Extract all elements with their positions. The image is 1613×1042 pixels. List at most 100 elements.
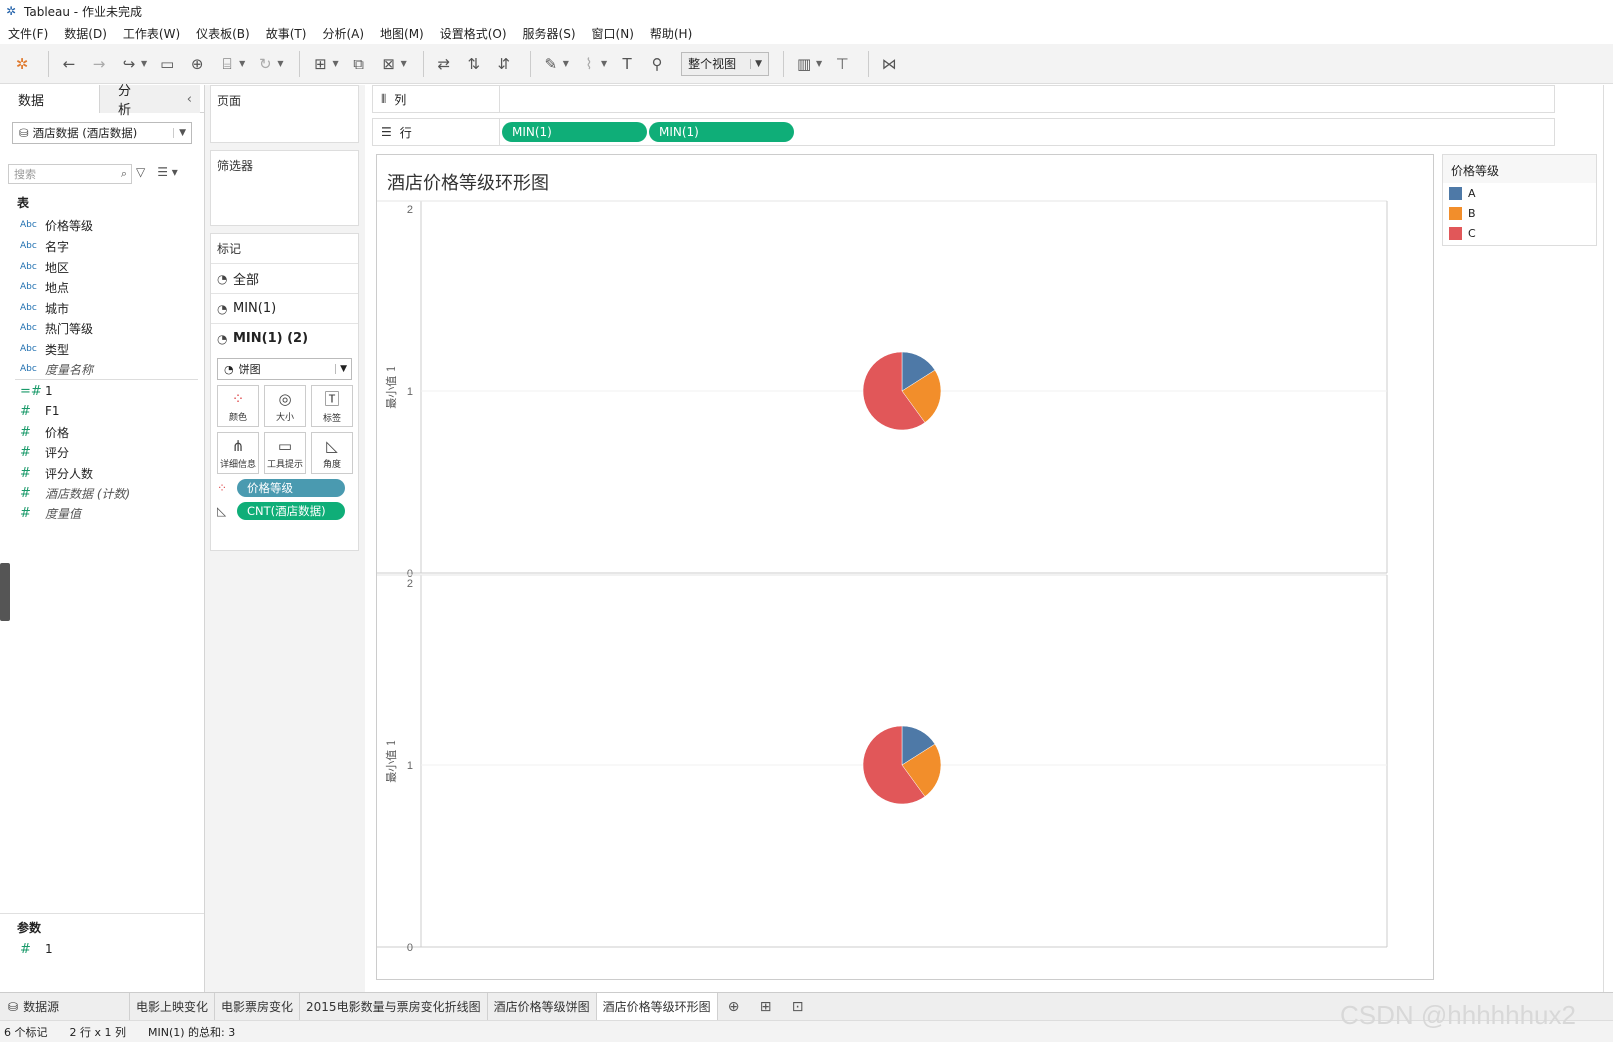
menu-worksheet[interactable]: 工作表(W) <box>123 25 180 42</box>
field-item[interactable]: Abc 价格等级 <box>20 215 93 235</box>
group-members-icon[interactable]: ⌇ <box>577 52 601 76</box>
sort-ascending-icon[interactable]: ⇅ <box>462 52 486 76</box>
new-worksheet-icon[interactable]: ⊞ <box>308 52 332 76</box>
string-type-icon: Abc <box>20 241 37 251</box>
redo-icon[interactable]: → <box>87 52 111 76</box>
new-worksheet-tab-icon[interactable]: ⊕ <box>718 993 750 1021</box>
show-mark-labels-icon[interactable]: T <box>615 52 639 76</box>
field-item[interactable]: Abc 类型 <box>20 339 69 359</box>
field-item[interactable]: # 评分 <box>20 442 69 462</box>
legend-item[interactable]: A <box>1443 183 1596 203</box>
color-field-pill[interactable]: 价格等级 <box>237 479 345 497</box>
size-button[interactable]: ◎ 大小 <box>264 385 306 427</box>
legend-item[interactable]: B <box>1443 203 1596 223</box>
label-button[interactable]: 🅃 标签 <box>311 385 353 427</box>
pages-shelf[interactable]: 页面 <box>210 85 359 143</box>
filters-shelf[interactable]: 筛选器 <box>210 150 359 226</box>
field-item[interactable]: Abc 度量名称 <box>20 359 93 379</box>
new-story-tab-icon[interactable]: ⊡ <box>782 993 814 1021</box>
field-item[interactable]: # 度量值 <box>20 503 81 523</box>
field-item[interactable]: Abc 地点 <box>20 277 69 297</box>
sort-descending-icon[interactable]: ⇵ <box>492 52 516 76</box>
sheet-tab[interactable]: 酒店价格等级饼图 <box>488 992 597 1021</box>
replay-icon[interactable]: ↪ <box>117 52 141 76</box>
menu-format[interactable]: 设置格式(O) <box>440 25 507 42</box>
search-input[interactable]: 搜索 ⌕ <box>8 164 132 184</box>
sheet-tab[interactable]: 电影票房变化 <box>215 992 301 1021</box>
angle-button[interactable]: ◺ 角度 <box>311 432 353 474</box>
field-item[interactable]: Abc 名字 <box>20 236 69 256</box>
view-options-icon[interactable]: ☰ ▾ <box>157 165 178 179</box>
sheet-tab[interactable]: 电影上映变化 <box>130 992 216 1021</box>
side-handle[interactable] <box>0 563 10 621</box>
menu-story[interactable]: 故事(T) <box>266 25 307 42</box>
rows-shelf[interactable]: ☰ 行 MIN(1) MIN(1) <box>372 118 1555 146</box>
duplicate-sheet-icon[interactable]: ⧉ <box>347 52 371 76</box>
menu-server[interactable]: 服务器(S) <box>523 25 576 42</box>
toolbar-separator <box>529 50 531 77</box>
undo-icon[interactable]: ← <box>57 52 81 76</box>
show-cards-dropdown-icon[interactable]: ▼ <box>816 59 822 68</box>
tab-datasource[interactable]: ⛁ 数据源 <box>0 992 130 1021</box>
menu-dashboard[interactable]: 仪表板(B) <box>196 25 250 42</box>
pause-dropdown-icon[interactable]: ▼ <box>239 59 245 68</box>
tab-data[interactable]: 数据 <box>0 85 100 113</box>
highlight-icon[interactable]: ✎ <box>539 52 563 76</box>
marks-min1-2-row[interactable]: ◔ MIN(1) (2) <box>211 323 358 353</box>
rows-pill[interactable]: MIN(1) <box>649 122 794 142</box>
columns-shelf[interactable]: ⦀ 列 <box>372 85 1555 113</box>
legend-item[interactable]: C <box>1443 223 1596 243</box>
mark-type-select[interactable]: ◔ 饼图 ▼ <box>217 358 352 380</box>
group-dropdown-icon[interactable]: ▼ <box>601 59 607 68</box>
field-item[interactable]: Abc 热门等级 <box>20 318 93 338</box>
menu-analysis[interactable]: 分析(A) <box>322 25 364 42</box>
swap-rows-columns-icon[interactable]: ⇄ <box>432 52 456 76</box>
field-item[interactable]: Abc 城市 <box>20 298 69 318</box>
marks-card: 标记 ◔ 全部 ◔ MIN(1) ◔ MIN(1) (2) ◔ 饼图 ▼ ⁘ 颜色 ◎ 大… <box>210 233 359 551</box>
menu-map[interactable]: 地图(M) <box>380 25 424 42</box>
fit-view-select[interactable]: 整个视图 ▼ <box>681 51 770 76</box>
new-worksheet-dropdown-icon[interactable]: ▼ <box>332 59 338 68</box>
field-item[interactable]: # 价格 <box>20 422 69 442</box>
highlight-dropdown-icon[interactable]: ▼ <box>563 59 569 68</box>
pie-chart-svg: 210最小值 1210最小值 1 <box>377 200 1388 954</box>
marks-min1-row[interactable]: ◔ MIN(1) <box>211 293 358 323</box>
tableau-home-icon[interactable]: ✲ <box>10 52 34 76</box>
save-icon[interactable]: ▭ <box>155 52 179 76</box>
sheet-tab-active[interactable]: 酒店价格等级环形图 <box>596 992 718 1021</box>
fix-axes-icon[interactable]: ⚲ <box>645 52 669 76</box>
field-item[interactable]: # 酒店数据 (计数) <box>20 483 130 503</box>
field-item[interactable]: Abc 地区 <box>20 257 69 277</box>
tooltip-button[interactable]: ▭ 工具提示 <box>264 432 306 474</box>
show-cards-icon[interactable]: ▥ <box>792 52 816 76</box>
new-dashboard-tab-icon[interactable]: ⊞ <box>750 993 782 1021</box>
menu-data[interactable]: 数据(D) <box>64 25 107 42</box>
marks-all-row[interactable]: ◔ 全部 <box>211 263 358 293</box>
field-item[interactable]: # 评分人数 <box>20 463 93 483</box>
tab-analytics[interactable]: 分析 ‹ <box>100 84 200 118</box>
refresh-icon[interactable]: ↻ <box>253 52 277 76</box>
sheet-tab[interactable]: 2015电影数量与票房变化折线图 <box>300 992 488 1021</box>
angle-field-pill[interactable]: CNT(酒店数据) <box>237 502 345 520</box>
share-icon[interactable]: ⋈ <box>877 52 901 76</box>
replay-dropdown-icon[interactable]: ▼ <box>141 59 147 68</box>
menu-file[interactable]: 文件(F) <box>8 25 48 42</box>
rows-pill[interactable]: MIN(1) <box>502 122 647 142</box>
menu-help[interactable]: 帮助(H) <box>650 25 692 42</box>
clear-dropdown-icon[interactable]: ▼ <box>401 59 407 68</box>
rows-icon: ☰ <box>381 125 392 139</box>
detail-button[interactable]: ⋔ 详细信息 <box>217 432 259 474</box>
clear-sheet-icon[interactable]: ⊠ <box>377 52 401 76</box>
datasource-select[interactable]: ⛁ 酒店数据 (酒店数据) ▼ <box>12 122 192 144</box>
pause-updates-icon[interactable]: ⌸ <box>215 52 239 76</box>
field-item[interactable]: # F1 <box>20 401 60 421</box>
collapse-pane-icon[interactable]: ‹ <box>187 92 192 107</box>
field-item[interactable]: =# 1 <box>20 381 53 401</box>
color-button[interactable]: ⁘ 颜色 <box>217 385 259 427</box>
new-datasource-icon[interactable]: ⊕ <box>185 52 209 76</box>
menu-window[interactable]: 窗口(N) <box>592 25 634 42</box>
parameter-item[interactable]: #1 <box>20 939 53 959</box>
refresh-dropdown-icon[interactable]: ▼ <box>277 59 283 68</box>
presentation-mode-icon[interactable]: ⊤ <box>830 52 854 76</box>
filter-icon[interactable]: ▽ <box>136 165 145 179</box>
